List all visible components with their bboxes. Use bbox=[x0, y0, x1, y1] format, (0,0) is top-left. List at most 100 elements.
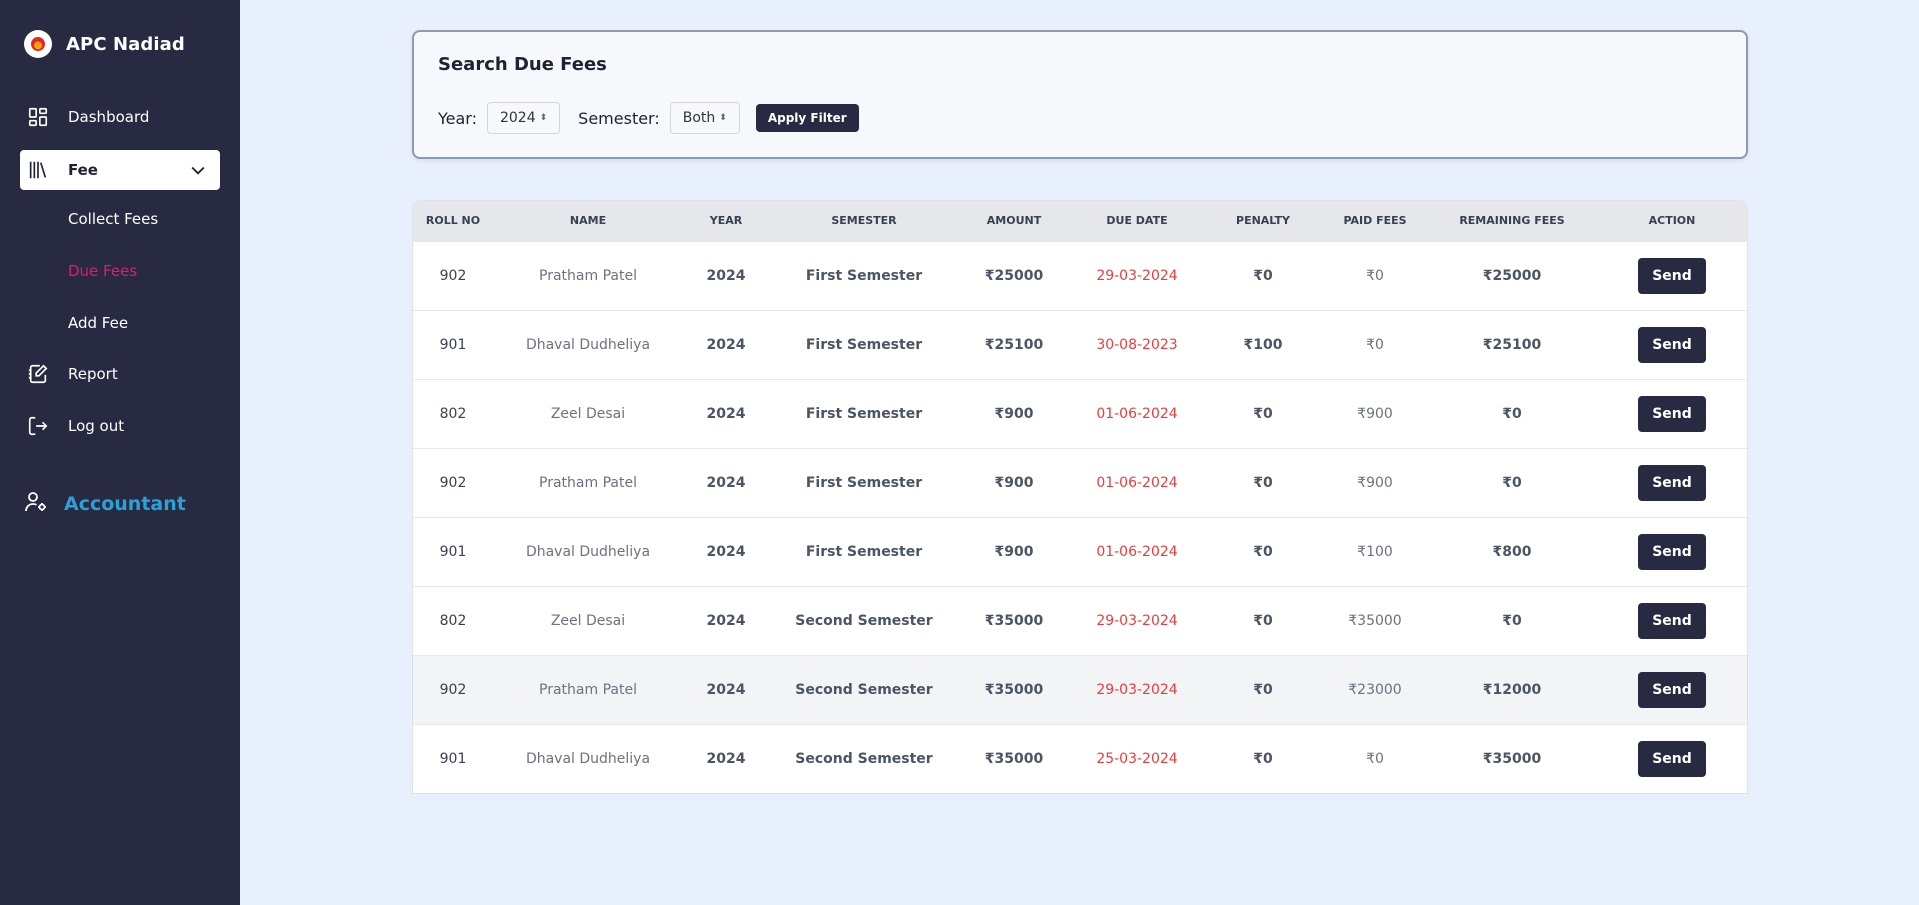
send-button[interactable]: Send bbox=[1638, 740, 1706, 777]
semester-select[interactable]: Both ⬍ bbox=[669, 102, 740, 134]
semester-cell: First Semester bbox=[805, 474, 923, 491]
paid-fees-cell: ₹100 bbox=[1357, 543, 1393, 560]
year-select-value: 2024 bbox=[499, 110, 536, 126]
action-cell: Send bbox=[1595, 379, 1747, 448]
send-button[interactable]: Send bbox=[1638, 464, 1706, 501]
action-cell: Send bbox=[1595, 310, 1747, 379]
roll-cell: 802 bbox=[439, 405, 467, 422]
sidebar-item-label: Fee bbox=[68, 161, 98, 179]
penalty-cell: ₹0 bbox=[1253, 750, 1273, 767]
send-button[interactable]: Send bbox=[1638, 326, 1706, 363]
apply-filter-button[interactable]: Apply Filter bbox=[755, 104, 859, 132]
send-button[interactable]: Send bbox=[1638, 671, 1706, 708]
user-settings-icon bbox=[24, 490, 48, 518]
column-header: PENALTY bbox=[1236, 214, 1290, 228]
sidebar: APC Nadiad Dashboard Fee Collect Fees Du… bbox=[0, 0, 240, 905]
books-icon bbox=[26, 158, 50, 182]
dashboard-icon bbox=[26, 105, 50, 129]
role-label: Accountant bbox=[64, 493, 186, 515]
column-header: AMOUNT bbox=[986, 214, 1042, 228]
remaining-fees-cell: ₹35000 bbox=[1482, 750, 1542, 767]
amount-cell: ₹900 bbox=[994, 543, 1034, 560]
semester-label: Semester: bbox=[578, 108, 660, 128]
table-row: 901 Dhaval Dudheliya 2024 First Semester ₹90… bbox=[413, 517, 1747, 586]
table-row: 902 Pratham Patel 2024 Second Semester ₹3500… bbox=[413, 655, 1747, 724]
send-button[interactable]: Send bbox=[1638, 257, 1706, 294]
remaining-fees-cell: ₹0 bbox=[1502, 405, 1522, 422]
column-header: YEAR bbox=[709, 214, 743, 228]
penalty-cell: ₹0 bbox=[1253, 543, 1273, 560]
paid-fees-cell: ₹900 bbox=[1357, 405, 1393, 422]
name-cell: Dhaval Dudheliya bbox=[525, 750, 651, 767]
amount-cell: ₹35000 bbox=[984, 681, 1044, 698]
amount-cell: ₹35000 bbox=[984, 750, 1044, 767]
user-role: Accountant bbox=[24, 490, 186, 518]
paid-fees-cell: ₹0 bbox=[1366, 336, 1384, 353]
semester-cell: First Semester bbox=[805, 405, 923, 422]
due-date-cell: 01-06-2024 bbox=[1096, 543, 1178, 560]
year-select[interactable]: 2024 ⬍ bbox=[486, 102, 561, 134]
year-cell: 2024 bbox=[706, 681, 746, 698]
year-cell: 2024 bbox=[706, 405, 746, 422]
submenu-add-fee[interactable]: Add Fee bbox=[68, 314, 128, 332]
column-header: ACTION bbox=[1648, 214, 1696, 228]
sidebar-item-report[interactable]: Report bbox=[20, 354, 220, 394]
select-arrows-icon: ⬍ bbox=[539, 112, 548, 123]
year-cell: 2024 bbox=[706, 612, 746, 629]
submenu-collect-fees[interactable]: Collect Fees bbox=[68, 210, 158, 228]
app-title: APC Nadiad bbox=[66, 33, 185, 55]
action-cell: Send bbox=[1595, 586, 1747, 655]
due-date-cell: 29-03-2024 bbox=[1096, 612, 1178, 629]
penalty-cell: ₹100 bbox=[1243, 336, 1283, 353]
due-date-cell: 01-06-2024 bbox=[1096, 405, 1178, 422]
remaining-fees-cell: ₹0 bbox=[1502, 612, 1522, 629]
paid-fees-cell: ₹23000 bbox=[1348, 681, 1402, 698]
penalty-cell: ₹0 bbox=[1253, 474, 1273, 491]
send-button[interactable]: Send bbox=[1638, 602, 1706, 639]
roll-cell: 901 bbox=[439, 543, 467, 560]
remaining-fees-cell: ₹12000 bbox=[1482, 681, 1542, 698]
amount-cell: ₹900 bbox=[994, 474, 1034, 491]
table-row: 902 Pratham Patel 2024 First Semester ₹900 01… bbox=[413, 448, 1747, 517]
year-cell: 2024 bbox=[706, 750, 746, 767]
roll-cell: 901 bbox=[439, 750, 467, 767]
send-button[interactable]: Send bbox=[1638, 533, 1706, 570]
semester-cell: Second Semester bbox=[795, 681, 933, 698]
roll-cell: 802 bbox=[439, 612, 467, 629]
brand[interactable]: APC Nadiad bbox=[24, 30, 185, 58]
column-header: PAID FEES bbox=[1343, 214, 1407, 228]
semester-cell: Second Semester bbox=[795, 750, 933, 767]
action-cell: Send bbox=[1595, 517, 1747, 586]
paid-fees-cell: ₹0 bbox=[1366, 267, 1384, 284]
semester-cell: First Semester bbox=[805, 267, 923, 284]
sidebar-item-dashboard[interactable]: Dashboard bbox=[20, 97, 220, 137]
year-label: Year: bbox=[438, 108, 477, 128]
sidebar-item-logout[interactable]: Log out bbox=[20, 406, 220, 446]
semester-select-value: Both bbox=[682, 110, 716, 126]
name-cell: Pratham Patel bbox=[539, 474, 637, 491]
send-button[interactable]: Send bbox=[1638, 395, 1706, 432]
due-date-cell: 29-03-2024 bbox=[1096, 267, 1178, 284]
roll-cell: 901 bbox=[439, 336, 467, 353]
sidebar-item-label: Report bbox=[68, 365, 118, 383]
sidebar-item-label: Dashboard bbox=[68, 108, 150, 126]
year-cell: 2024 bbox=[706, 336, 746, 353]
sidebar-item-label: Log out bbox=[68, 417, 125, 435]
sidebar-item-fee[interactable]: Fee bbox=[20, 150, 220, 190]
penalty-cell: ₹0 bbox=[1253, 681, 1273, 698]
column-header: NAME bbox=[569, 214, 607, 228]
paid-fees-cell: ₹900 bbox=[1357, 474, 1393, 491]
chevron-down-icon[interactable] bbox=[188, 160, 208, 180]
amount-cell: ₹900 bbox=[994, 405, 1034, 422]
penalty-cell: ₹0 bbox=[1253, 612, 1273, 629]
column-header: REMAINING FEES bbox=[1459, 214, 1565, 228]
submenu-due-fees[interactable]: Due Fees bbox=[68, 262, 137, 280]
column-header: DUE DATE bbox=[1106, 214, 1168, 228]
amount-cell: ₹35000 bbox=[984, 612, 1044, 629]
name-cell: Pratham Patel bbox=[539, 681, 637, 698]
college-logo-icon bbox=[24, 30, 52, 58]
name-cell: Dhaval Dudheliya bbox=[525, 336, 651, 353]
penalty-cell: ₹0 bbox=[1253, 267, 1273, 284]
roll-cell: 902 bbox=[439, 681, 467, 698]
roll-cell: 902 bbox=[439, 267, 467, 284]
